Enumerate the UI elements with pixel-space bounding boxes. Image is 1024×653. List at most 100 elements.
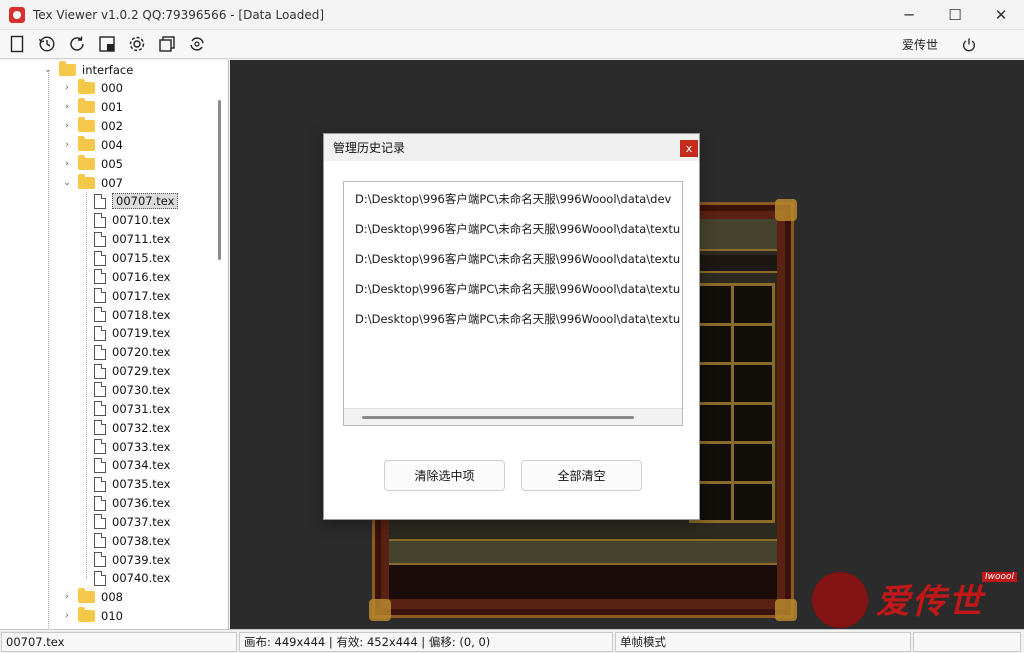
file-icon	[94, 401, 106, 417]
tree-item-label: 010	[101, 609, 123, 624]
power-button[interactable]	[954, 32, 984, 58]
tree-folder[interactable]: › 005	[62, 154, 123, 173]
chevron-down-icon[interactable]: ⌄	[62, 178, 72, 188]
tree-scrollbar[interactable]	[218, 100, 221, 260]
tree-file[interactable]: 00711.tex	[78, 230, 170, 249]
sync-button[interactable]	[182, 31, 212, 57]
refresh-button[interactable]	[62, 31, 92, 57]
chevron-right-icon[interactable]: ›	[62, 140, 72, 150]
tree-item-label: 00736.tex	[112, 496, 171, 511]
tree-file[interactable]: 00720.tex	[78, 343, 170, 362]
watermark-logo: 爱传世 Iwoool	[812, 568, 1018, 628]
watermark-tag: Iwoool	[982, 572, 1018, 582]
tree-file[interactable]: 00736.tex	[78, 494, 170, 513]
tree-item-label: 007	[101, 175, 123, 190]
chevron-right-icon[interactable]: ›	[62, 121, 72, 131]
tree-file[interactable]: 00729.tex	[78, 362, 170, 381]
tree-folder[interactable]: › 002	[62, 117, 123, 136]
tree-folder[interactable]: › 001	[62, 98, 123, 117]
folder-icon	[78, 98, 95, 114]
folder-icon	[59, 60, 76, 76]
status-file: 00707.tex	[1, 631, 237, 652]
tree-file[interactable]: 00734.tex	[78, 456, 170, 475]
chevron-right-icon[interactable]: ›	[62, 592, 72, 602]
folder-icon	[78, 154, 95, 170]
tree-file[interactable]: 00716.tex	[78, 267, 170, 286]
tree-item-label: interface	[82, 62, 134, 77]
clear-selected-button[interactable]: 清除选中项	[384, 460, 505, 491]
background-button[interactable]	[92, 31, 122, 57]
history-button[interactable]	[32, 31, 62, 57]
tree-file[interactable]: 00710.tex	[78, 211, 170, 230]
window-controls: ─ ☐ ✕	[886, 0, 1024, 30]
history-dialog: 管理历史记录 x D:\Desktop\996客户端PC\未命名天服\996Wo…	[323, 133, 700, 520]
file-icon	[94, 570, 106, 586]
tree-file[interactable]: 00740.tex	[78, 569, 170, 588]
tree-folder-interface[interactable]: ⌄ interface	[43, 60, 133, 79]
chevron-right-icon[interactable]: ›	[62, 159, 72, 169]
tree-file[interactable]: 00717.tex	[78, 286, 170, 305]
app-icon	[9, 6, 25, 23]
gear-icon	[129, 36, 145, 52]
file-icon	[94, 269, 106, 285]
history-list-item[interactable]: D:\Desktop\996客户端PC\未命名天服\996Woool\data\…	[355, 221, 681, 241]
texture-corner	[775, 599, 797, 621]
tree-file[interactable]: 00732.tex	[78, 418, 170, 437]
tree-file[interactable]: 00715.tex	[78, 249, 170, 268]
tree-folder[interactable]: › 010	[62, 607, 123, 626]
tree-item-label: 00711.tex	[112, 232, 171, 247]
dragon-seal-icon	[812, 572, 868, 628]
clear-all-button[interactable]: 全部清空	[521, 460, 642, 491]
power-icon	[963, 37, 975, 51]
tree-folder-open[interactable]: ⌄ 007	[62, 173, 123, 192]
history-icon	[38, 36, 55, 52]
tree-file[interactable]: 00707.tex	[78, 192, 179, 211]
dialog-close-button[interactable]: x	[680, 140, 698, 157]
settings-button[interactable]	[122, 31, 152, 57]
tree-item-label: 00739.tex	[112, 552, 171, 567]
sync-icon	[190, 37, 204, 51]
history-list-hscrollbar[interactable]	[344, 408, 682, 425]
history-list-item[interactable]: D:\Desktop\996客户端PC\未命名天服\996Woool\data\…	[355, 281, 681, 301]
tree-file[interactable]: 00739.tex	[78, 550, 170, 569]
maximize-button[interactable]: ☐	[932, 0, 978, 30]
title-bar: Tex Viewer v1.0.2 QQ:79396566 - [Data Lo…	[0, 0, 1024, 30]
tree-file[interactable]: 00718.tex	[78, 305, 170, 324]
file-icon	[94, 212, 106, 228]
close-button[interactable]: ✕	[978, 0, 1024, 30]
history-list-item[interactable]: D:\Desktop\996客户端PC\未命名天服\996Woool\data\…	[355, 191, 681, 211]
folder-icon	[78, 588, 95, 604]
tree-file[interactable]: 00733.tex	[78, 437, 170, 456]
history-list[interactable]: D:\Desktop\996客户端PC\未命名天服\996Woool\data\…	[343, 181, 683, 426]
minimize-button[interactable]: ─	[886, 0, 932, 30]
file-tree[interactable]: ⌄ interface › 000 › 001 › 002 › 004 › 005 ⌄ 007 00707.…	[0, 60, 229, 629]
history-list-item[interactable]: D:\Desktop\996客户端PC\未命名天服\996Woool\data\…	[355, 251, 681, 271]
tree-file[interactable]: 00719.tex	[78, 324, 170, 343]
status-extra	[913, 631, 1021, 652]
tree-guide-line	[86, 191, 87, 579]
tree-folder[interactable]: › 004	[62, 135, 123, 154]
tree-file[interactable]: 00731.tex	[78, 399, 170, 418]
tree-folder[interactable]: › 000	[62, 79, 123, 98]
copy-button[interactable]	[152, 31, 182, 57]
chevron-right-icon[interactable]: ›	[62, 83, 72, 93]
scrollbar-thumb[interactable]	[362, 416, 634, 419]
tree-item-label: 000	[101, 81, 123, 96]
refresh-icon	[70, 36, 84, 51]
tree-file[interactable]: 00738.tex	[78, 531, 170, 550]
tree-item-label: 00718.tex	[112, 307, 171, 322]
tree-folder[interactable]: › 008	[62, 588, 123, 607]
file-icon	[10, 35, 24, 53]
tree-item-label: 002	[101, 119, 123, 134]
tree-file[interactable]: 00730.tex	[78, 380, 170, 399]
tree-item-label: 00730.tex	[112, 382, 171, 397]
chevron-right-icon[interactable]: ›	[62, 102, 72, 112]
chevron-right-icon[interactable]: ›	[62, 611, 72, 621]
user-name[interactable]: 爱传世	[902, 36, 938, 53]
texture-corner	[369, 599, 391, 621]
history-list-item[interactable]: D:\Desktop\996客户端PC\未命名天服\996Woool\data\…	[355, 311, 681, 331]
tree-file[interactable]: 00737.tex	[78, 512, 170, 531]
tree-file[interactable]: 00735.tex	[78, 475, 170, 494]
texture-footer	[389, 563, 777, 599]
new-file-button[interactable]	[2, 31, 32, 57]
